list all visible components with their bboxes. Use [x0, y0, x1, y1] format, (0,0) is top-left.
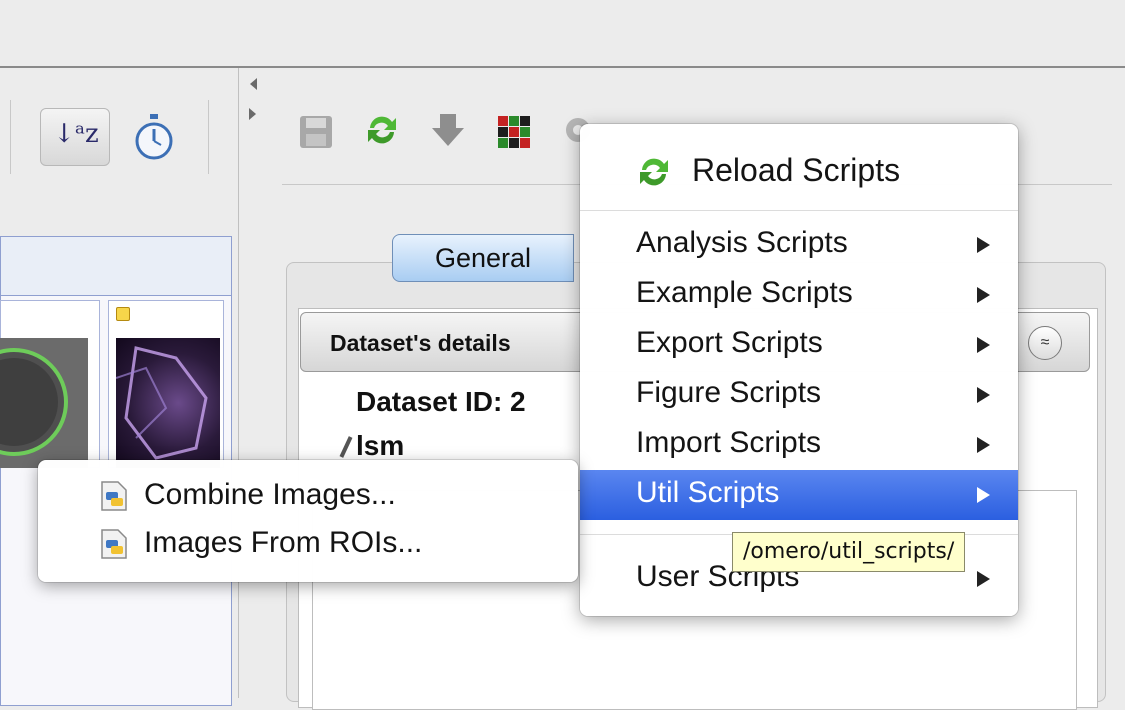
menu-item-label: Example Scripts	[636, 276, 853, 309]
menu-item-util-scripts[interactable]: Util Scripts	[580, 470, 1018, 520]
toolbar-separator	[10, 100, 11, 174]
menu-item-import-scripts[interactable]: Import Scripts	[580, 420, 1018, 470]
collapse-left-icon[interactable]	[250, 78, 257, 90]
dataset-id-label: Dataset ID: 2	[356, 386, 526, 417]
cell-image	[116, 346, 208, 460]
submenu-arrow-icon	[977, 287, 990, 303]
window-top-area	[0, 0, 1125, 66]
menu-item-label: Figure Scripts	[636, 376, 822, 409]
reload-scripts-item[interactable]: Reload Scripts	[580, 138, 1018, 198]
submenu-arrow-icon	[977, 337, 990, 353]
panel-splitter[interactable]	[238, 68, 268, 698]
menu-item-figure-scripts[interactable]: Figure Scripts	[580, 370, 1018, 420]
splitter-line	[238, 68, 239, 698]
menu-separator	[580, 210, 1018, 211]
download-icon[interactable]	[430, 112, 466, 148]
menu-item-label: Analysis Scripts	[636, 226, 848, 259]
timer-icon[interactable]	[130, 112, 178, 164]
thumbnail-browser-header	[0, 236, 232, 296]
submenu-arrow-icon	[977, 437, 990, 453]
menu-item-analysis-scripts[interactable]: Analysis Scripts	[580, 220, 1018, 270]
util-scripts-path-tooltip: /omero/util_scripts/	[732, 532, 966, 572]
heatmap-icon[interactable]	[496, 114, 532, 150]
image-thumbnail-preview[interactable]	[116, 338, 220, 468]
submenu-item-images-from-rois[interactable]: Images From ROIs...	[38, 522, 578, 568]
submenu-arrow-icon	[977, 237, 990, 253]
sort-alphabetical-button[interactable]: ↓ᵃz	[40, 108, 110, 166]
reload-scripts-label: Reload Scripts	[692, 152, 901, 188]
dataset-name[interactable]: lsm	[356, 430, 404, 462]
sort-az-icon: ↓ᵃz	[53, 119, 99, 149]
details-title: Dataset's details	[330, 330, 511, 356]
toolbar-separator	[208, 100, 209, 174]
menu-item-export-scripts[interactable]: Export Scripts	[580, 320, 1018, 370]
image-thumbnail-preview[interactable]	[0, 338, 88, 468]
submenu-item-combine-images[interactable]: Combine Images...	[38, 474, 578, 520]
submenu-item-label: Images From ROIs...	[144, 526, 423, 559]
menu-item-example-scripts[interactable]: Example Scripts	[580, 270, 1018, 320]
menu-item-label: Util Scripts	[636, 476, 780, 509]
refresh-icon	[640, 158, 668, 186]
submenu-arrow-icon	[977, 487, 990, 503]
submenu-arrow-icon	[977, 387, 990, 403]
submenu-item-label: Combine Images...	[144, 478, 396, 511]
python-script-icon	[101, 529, 127, 559]
menu-item-label: Import Scripts	[636, 426, 822, 459]
submenu-arrow-icon	[977, 571, 990, 587]
python-script-icon	[101, 481, 127, 511]
save-icon[interactable]	[298, 114, 334, 150]
refresh-icon[interactable]	[364, 112, 400, 148]
expand-right-icon[interactable]	[249, 108, 256, 120]
cell-image	[0, 338, 88, 468]
util-scripts-submenu: Combine Images... Images From ROIs...	[38, 460, 578, 582]
tab-general[interactable]: General	[392, 234, 574, 282]
annotation-note-icon	[116, 307, 130, 321]
collapse-icon[interactable]: ≈	[1028, 326, 1062, 360]
menu-item-label: Export Scripts	[636, 326, 823, 359]
